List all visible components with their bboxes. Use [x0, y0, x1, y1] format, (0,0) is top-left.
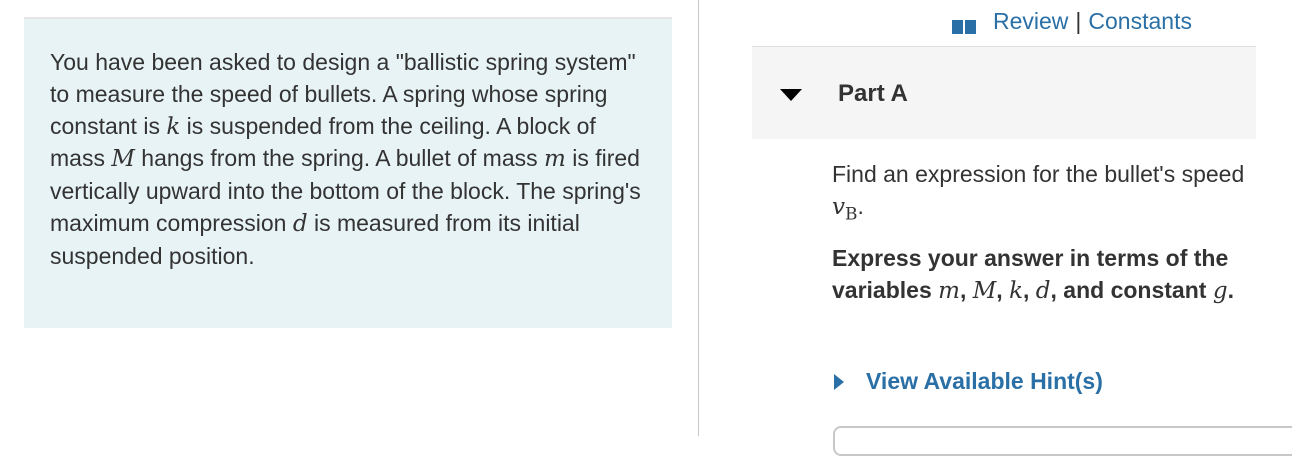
header-links: Review | Constants — [952, 6, 1192, 36]
comma-3: , — [1023, 277, 1036, 303]
book-icon — [952, 13, 976, 34]
var-d: d — [292, 210, 308, 237]
var-k: k — [166, 113, 181, 140]
instr-var-m: m — [938, 278, 960, 304]
part-a-header[interactable]: Part A — [752, 47, 1256, 139]
question-label: Find an expression for the bullet's spee… — [832, 161, 1245, 187]
instr-var-k: k — [1009, 278, 1024, 304]
answer-instructions: Express your answer in terms of the vari… — [832, 242, 1252, 307]
header-separator: | — [1075, 7, 1082, 34]
question-text: Find an expression for the bullet's spee… — [832, 158, 1252, 231]
collapse-triangle-icon[interactable] — [780, 89, 802, 101]
comma-1: , — [959, 277, 973, 303]
problem-text: You have been asked to design a "ballist… — [50, 47, 646, 273]
instr-var-d: d — [1035, 278, 1051, 304]
var-M: M — [111, 146, 135, 173]
answer-input-box[interactable] — [833, 426, 1292, 456]
comma-2: , — [996, 277, 1010, 303]
var-v: v — [832, 194, 845, 220]
instr-var-g: g — [1212, 278, 1228, 304]
instruct-period: . — [1227, 277, 1234, 303]
constants-link[interactable]: Constants — [1088, 8, 1192, 35]
view-hints-button[interactable]: View Available Hint(s) — [832, 368, 1103, 395]
problem-text-3: hangs from the spring. A bullet of mass — [134, 145, 545, 172]
var-m: m — [544, 146, 566, 173]
instruct-and: , and constant — [1050, 277, 1213, 303]
hints-label[interactable]: View Available Hint(s) — [866, 368, 1103, 395]
instr-var-M: M — [972, 278, 997, 304]
pane-divider — [698, 0, 699, 436]
part-title: Part A — [838, 80, 908, 107]
var-v-subscript: B — [845, 204, 858, 225]
expand-triangle-icon[interactable] — [834, 373, 844, 390]
question-period: . — [857, 193, 864, 219]
problem-statement: You have been asked to design a "ballist… — [24, 19, 672, 328]
review-link[interactable]: Review — [993, 8, 1068, 35]
